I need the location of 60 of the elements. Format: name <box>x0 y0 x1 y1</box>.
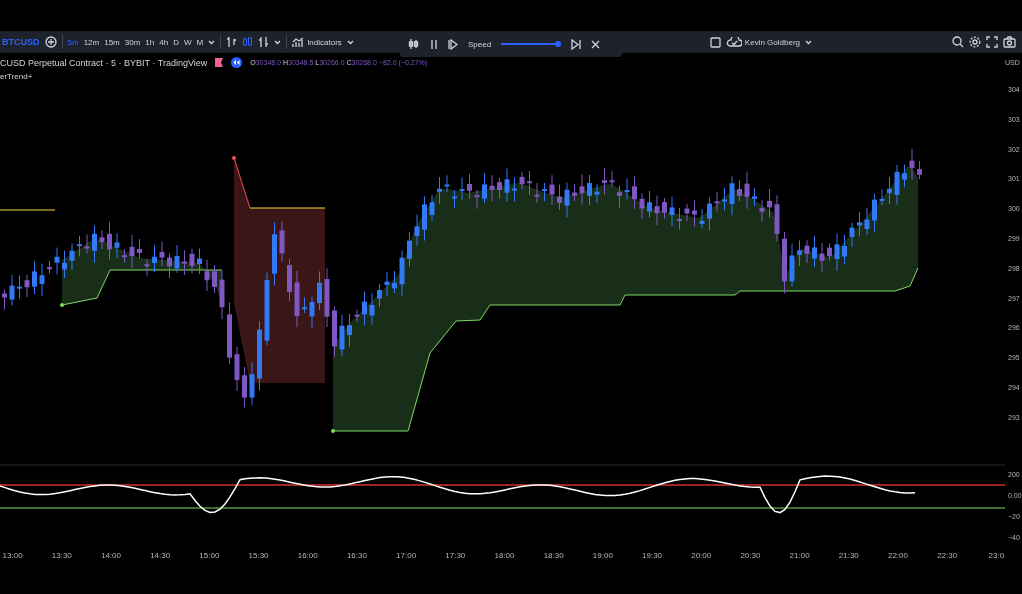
time-label: 23:0 <box>987 551 1006 560</box>
time-label: 16:30 <box>345 551 368 560</box>
time-label: 15:00 <box>198 551 221 560</box>
time-label: 19:30 <box>641 551 664 560</box>
skip-forward-icon[interactable] <box>571 38 582 50</box>
timeframe-tab[interactable]: 12m <box>83 37 100 47</box>
chevron-down-icon[interactable] <box>805 39 812 45</box>
signal-dot <box>60 303 64 307</box>
time-label: 13:00 <box>1 551 24 560</box>
indicator-name: erTrend+ <box>0 72 34 81</box>
account-button[interactable]: Kevin Goldberg <box>725 37 800 47</box>
time-label: 17:00 <box>395 551 418 560</box>
square-icon[interactable] <box>709 36 721 48</box>
timeframe-tab[interactable]: 30m <box>124 37 141 47</box>
close-icon[interactable] <box>591 39 601 49</box>
fullscreen-icon[interactable] <box>986 36 998 48</box>
bar-chart-icon[interactable] <box>226 36 238 48</box>
time-label: 21:30 <box>837 551 860 560</box>
chevron-down-icon[interactable] <box>274 39 282 45</box>
time-label: 20:00 <box>690 551 713 560</box>
step-forward-icon[interactable] <box>448 38 458 50</box>
time-label: 20:30 <box>739 551 762 560</box>
time-label: 22:00 <box>886 551 909 560</box>
flag-icon[interactable] <box>215 58 224 67</box>
camera-icon[interactable] <box>1003 36 1016 48</box>
time-label: 15:30 <box>247 551 270 560</box>
supertrend-line <box>233 157 251 209</box>
speed-label: Speed <box>468 39 492 49</box>
indicators-button[interactable]: Indicators <box>292 36 342 48</box>
time-label: 17:30 <box>444 551 467 560</box>
signal-dot <box>331 429 335 433</box>
trend-line <box>0 209 56 211</box>
timeframe-tab[interactable]: 15m <box>104 37 120 47</box>
pause-icon[interactable] <box>430 38 438 50</box>
time-label: 22:30 <box>936 551 959 560</box>
time-label: 13:30 <box>50 551 73 560</box>
rewind-icon[interactable] <box>231 57 243 68</box>
signal-dot <box>232 156 236 160</box>
timeframe-tab[interactable]: 4h <box>159 37 169 47</box>
chevron-down-icon[interactable] <box>346 39 354 45</box>
chevron-down-icon[interactable] <box>208 39 216 45</box>
cloud-icon <box>725 37 742 47</box>
time-label: 16:00 <box>296 551 319 560</box>
timeframe-tab[interactable]: M <box>196 37 204 47</box>
search-icon[interactable] <box>952 36 964 48</box>
time-label: 18:00 <box>493 551 516 560</box>
time-label: 18:30 <box>542 551 565 560</box>
compare-icon[interactable] <box>258 36 270 48</box>
timeframe-tab[interactable]: D <box>173 37 179 47</box>
candles-icon[interactable] <box>408 38 420 50</box>
chart-title: CUSD Perpetual Contract · 5 · BYBIT · TradingView <box>0 57 208 68</box>
chart-icon <box>292 36 305 48</box>
time-label: 14:30 <box>149 551 172 560</box>
add-icon[interactable] <box>44 36 57 48</box>
time-label: 19:00 <box>591 551 614 560</box>
time-label: 14:00 <box>99 551 122 560</box>
time-label: 21:00 <box>788 551 811 560</box>
timeframe-tab[interactable]: 1h <box>145 37 155 47</box>
timeframe-tab[interactable]: W <box>183 37 192 47</box>
settings-icon[interactable] <box>969 36 981 48</box>
